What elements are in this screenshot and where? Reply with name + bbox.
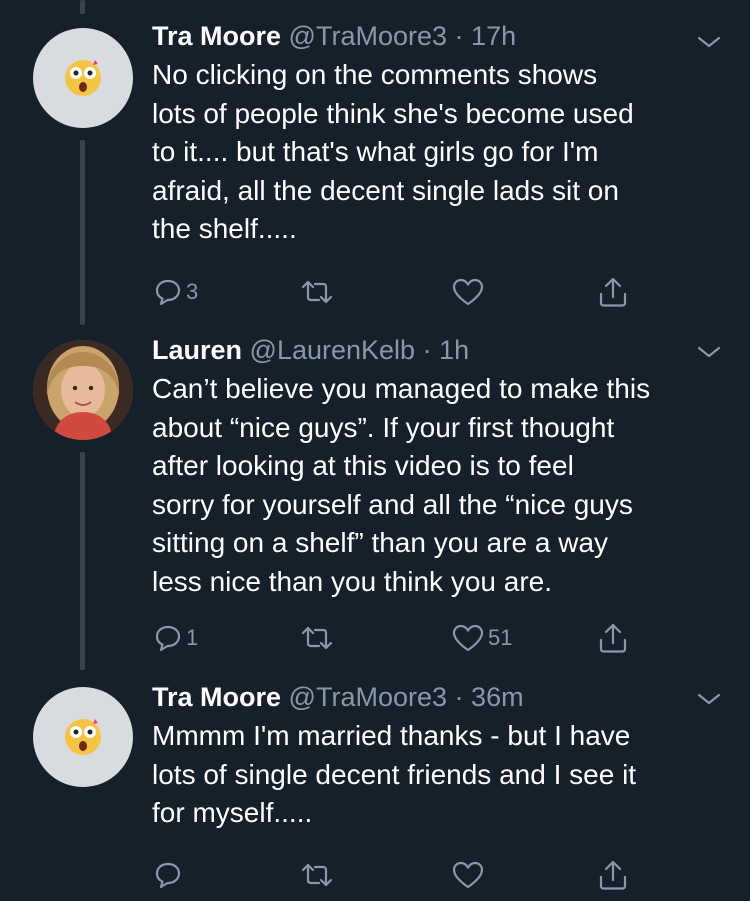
chevron-down-icon[interactable] — [695, 32, 723, 52]
text-line: lots of people think she's become used — [152, 97, 634, 129]
tweet-text: No clicking on the comments shows lots o… — [152, 56, 730, 249]
retweet-button[interactable] — [300, 618, 334, 658]
display-name[interactable]: Lauren — [152, 335, 242, 365]
tweet[interactable]: Lauren @LaurenKelb · 1h Can’t believe yo… — [0, 330, 750, 675]
heart-icon — [452, 861, 484, 889]
tweet-header: Tra Moore @TraMoore3 · 17h — [152, 18, 730, 54]
share-icon — [599, 860, 627, 890]
text-line: Mmmm I'm married thanks - but I have — [152, 720, 631, 751]
tweet-header: Lauren @LaurenKelb · 1h — [152, 332, 730, 368]
text-line: Can’t believe you managed to make this — [152, 373, 651, 404]
text-line: about “nice guys”. If your first thought — [152, 411, 615, 443]
retweet-icon — [301, 863, 333, 887]
text-line: sorry for yourself and all the “nice guy… — [152, 488, 633, 520]
tweet-header: Tra Moore @TraMoore3 · 36m — [152, 679, 730, 715]
reply-button[interactable]: 1 — [154, 618, 198, 658]
astonished-emoji-icon — [65, 60, 101, 96]
tweet-actions: 1 51 — [152, 618, 652, 658]
reply-icon — [155, 279, 181, 306]
timestamp[interactable]: 1h — [439, 335, 469, 365]
chevron-down-icon[interactable] — [695, 689, 723, 709]
share-button[interactable] — [598, 272, 628, 312]
user-handle[interactable]: @LaurenKelb — [250, 335, 416, 365]
heart-icon — [452, 624, 484, 652]
share-button[interactable] — [598, 618, 628, 658]
chevron-down-icon[interactable] — [695, 342, 723, 362]
timestamp[interactable]: 36m — [471, 682, 524, 712]
reply-button[interactable]: 3 — [154, 272, 198, 312]
like-button[interactable] — [452, 855, 488, 895]
text-line: to it.... but that's what girls go for I… — [152, 136, 599, 167]
avatar[interactable] — [33, 340, 133, 440]
display-name[interactable]: Tra Moore — [152, 682, 281, 712]
tweet[interactable]: Tra Moore @TraMoore3 · 36m Mmmm I'm marr… — [0, 675, 750, 901]
retweet-button[interactable] — [300, 855, 334, 895]
reply-icon — [155, 625, 181, 652]
like-button[interactable]: 51 — [452, 618, 512, 658]
separator-dot: · — [422, 335, 432, 365]
text-line: No clicking on the comments shows — [152, 59, 598, 90]
avatar[interactable] — [33, 687, 133, 787]
reply-count: 1 — [186, 625, 199, 650]
tweet-text: Mmmm I'm married thanks - but I have lot… — [152, 717, 730, 833]
avatar[interactable] — [33, 28, 133, 128]
timestamp[interactable]: 17h — [471, 21, 516, 51]
retweet-icon — [301, 280, 333, 304]
text-line: sitting on a shelf” than you are a way — [152, 527, 609, 558]
user-handle[interactable]: @TraMoore3 — [289, 682, 447, 712]
retweet-button[interactable] — [300, 272, 334, 312]
separator-dot: · — [454, 21, 464, 51]
tweet-text: Can’t believe you managed to make this a… — [152, 370, 730, 601]
text-line: for myself..... — [152, 797, 313, 828]
text-line: after looking at this video is to feel — [152, 450, 574, 481]
tweet[interactable]: Tra Moore @TraMoore3 · 17h No clicking o… — [0, 0, 750, 330]
astonished-emoji-icon — [65, 719, 101, 755]
user-handle[interactable]: @TraMoore3 — [289, 21, 447, 51]
profile-photo-avatar — [33, 340, 133, 440]
reply-icon — [155, 862, 181, 889]
display-name[interactable]: Tra Moore — [152, 21, 281, 51]
share-icon — [599, 623, 627, 653]
share-icon — [599, 277, 627, 307]
retweet-icon — [301, 626, 333, 650]
heart-icon — [452, 278, 484, 306]
text-line: less nice than you think you are. — [152, 565, 553, 597]
tweet-actions — [152, 855, 652, 895]
like-button[interactable] — [452, 272, 488, 312]
text-line: the shelf..... — [152, 213, 297, 244]
share-button[interactable] — [598, 855, 628, 895]
text-line: afraid, all the decent single lads sit o… — [152, 174, 619, 206]
separator-dot: · — [454, 682, 464, 712]
reply-count: 3 — [186, 279, 199, 304]
tweet-actions: 3 — [152, 272, 652, 312]
like-count: 51 — [488, 625, 513, 650]
reply-button[interactable] — [154, 855, 186, 895]
text-line: lots of single decent friends and I see … — [152, 758, 637, 790]
